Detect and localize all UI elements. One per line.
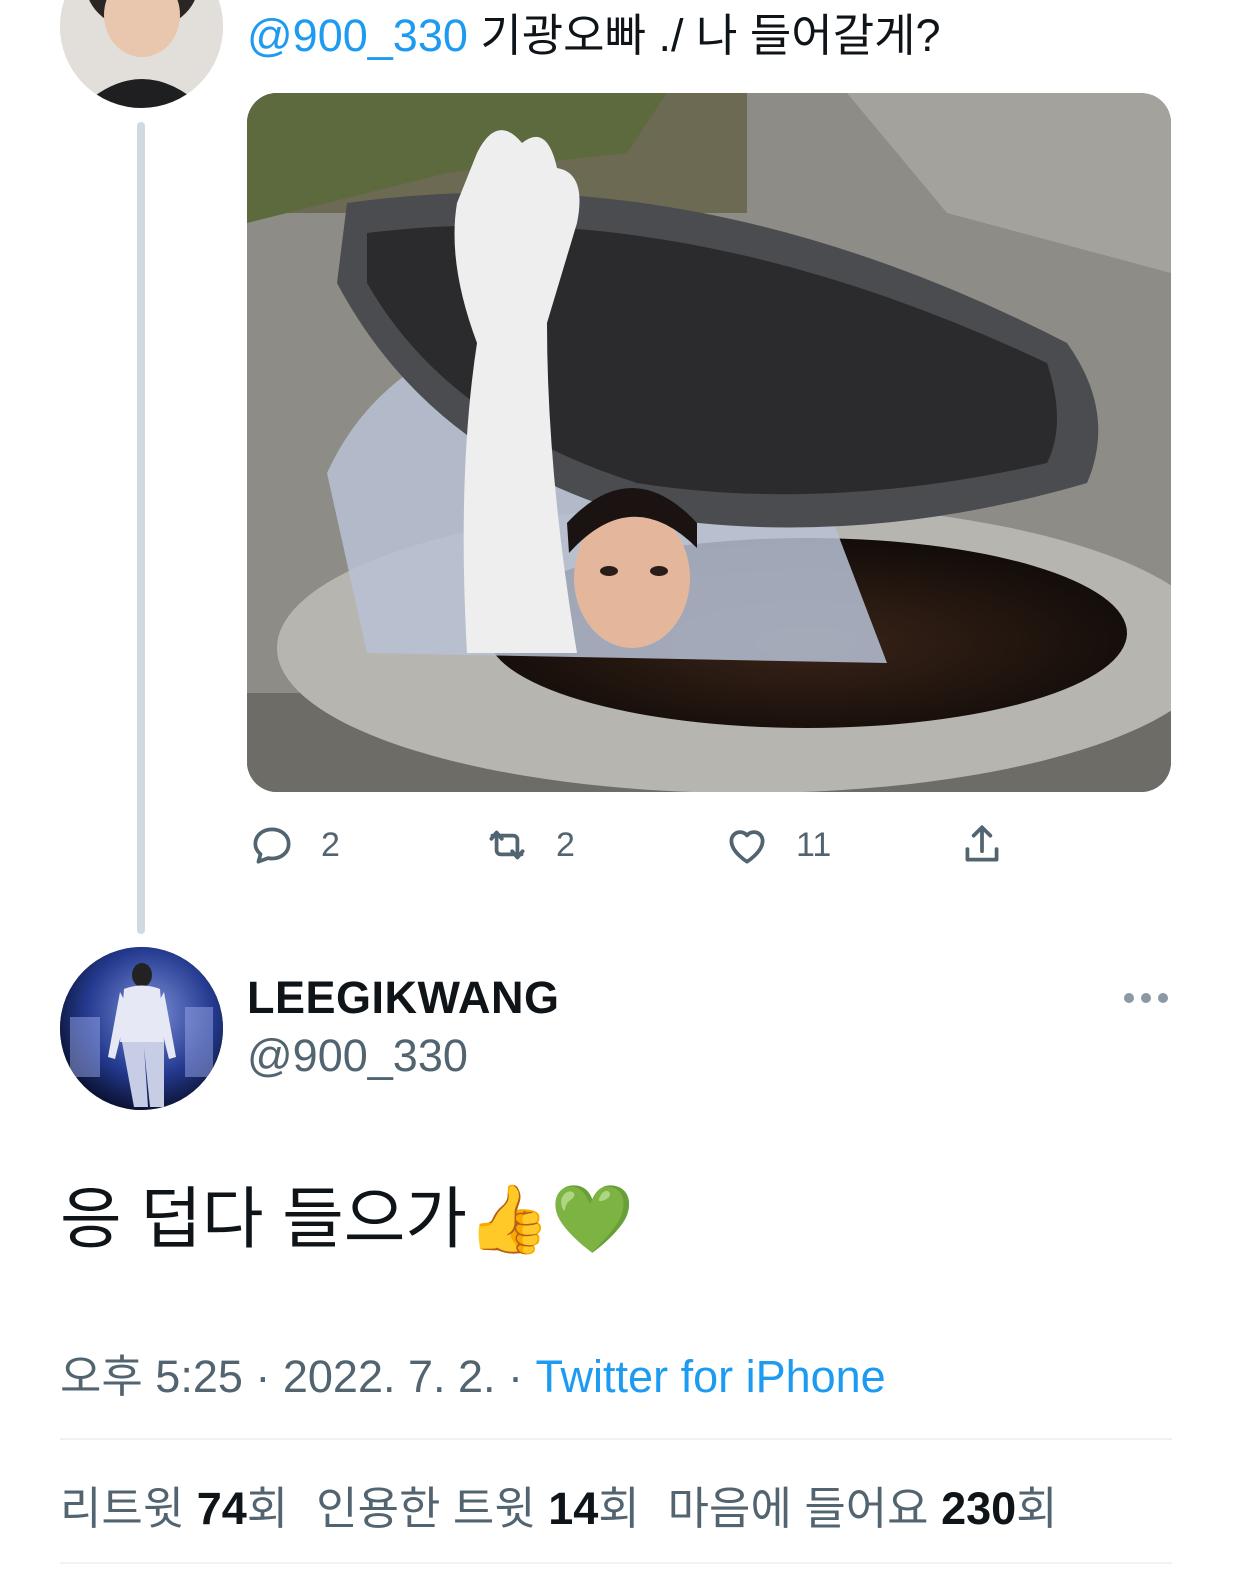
like-button[interactable]: 11 bbox=[722, 810, 831, 880]
likes-count: 230 bbox=[941, 1483, 1017, 1534]
divider bbox=[60, 1438, 1172, 1440]
more-options-button[interactable] bbox=[1120, 980, 1172, 1016]
more-icon bbox=[1124, 993, 1168, 1003]
likes-label: 마음에 들어요 bbox=[667, 1483, 942, 1534]
quotes-count: 14 bbox=[548, 1483, 599, 1534]
parent-tweet-body: 기광오빠 ./ 나 들어갈게? bbox=[467, 10, 941, 61]
share-button[interactable] bbox=[957, 810, 1031, 880]
main-tweet-text: 응 덥다 들으가👍💚 bbox=[60, 1182, 634, 1257]
quotes-unit: 회 bbox=[598, 1483, 640, 1534]
retweet-icon bbox=[489, 830, 525, 860]
parent-tweet-text: @900_330 기광오빠 ./ 나 들어갈게? bbox=[247, 6, 941, 66]
reply-count: 2 bbox=[321, 825, 340, 864]
retweets-stat[interactable]: 리트윗 74회 bbox=[60, 1483, 288, 1534]
author-display-name[interactable]: LEEGIKWANG bbox=[247, 972, 560, 1024]
tweet-photo[interactable] bbox=[247, 93, 1171, 792]
retweets-unit: 회 bbox=[246, 1483, 289, 1534]
retweet-count: 2 bbox=[556, 825, 575, 864]
reply-icon bbox=[253, 827, 291, 864]
quotes-label: 인용한 트윗 bbox=[316, 1483, 549, 1534]
tweet-stats: 리트윗 74회 인용한 트윗 14회 마음에 들어요 230회 bbox=[60, 1472, 1058, 1537]
reply-button[interactable]: 2 bbox=[247, 810, 340, 880]
likes-unit: 회 bbox=[1016, 1483, 1058, 1534]
quotes-stat[interactable]: 인용한 트윗 14회 bbox=[316, 1483, 639, 1534]
retweet-button[interactable]: 2 bbox=[482, 810, 575, 880]
like-count: 11 bbox=[796, 825, 832, 864]
tweet-source-link[interactable]: Twitter for iPhone bbox=[536, 1351, 886, 1402]
author-handle[interactable]: @900_330 bbox=[247, 1030, 468, 1082]
divider bbox=[60, 1562, 1172, 1564]
heart-icon bbox=[729, 830, 765, 864]
author-avatar[interactable] bbox=[60, 947, 223, 1110]
parent-tweet-actions: 2 2 11 bbox=[247, 810, 1171, 880]
likes-stat[interactable]: 마음에 들어요 230회 bbox=[668, 1483, 1058, 1534]
tweet-timestamp[interactable]: 오후 5:25 · 2022. 7. 2. · bbox=[60, 1351, 536, 1402]
thread-line bbox=[137, 122, 145, 934]
parent-avatar[interactable] bbox=[60, 0, 223, 108]
share-icon bbox=[965, 825, 999, 862]
tweet-metadata: 오후 5:25 · 2022. 7. 2. · Twitter for iPho… bbox=[60, 1340, 886, 1405]
retweets-count: 74 bbox=[196, 1483, 247, 1534]
retweets-label: 리트윗 bbox=[60, 1483, 197, 1534]
mention-link[interactable]: @900_330 bbox=[247, 10, 468, 61]
